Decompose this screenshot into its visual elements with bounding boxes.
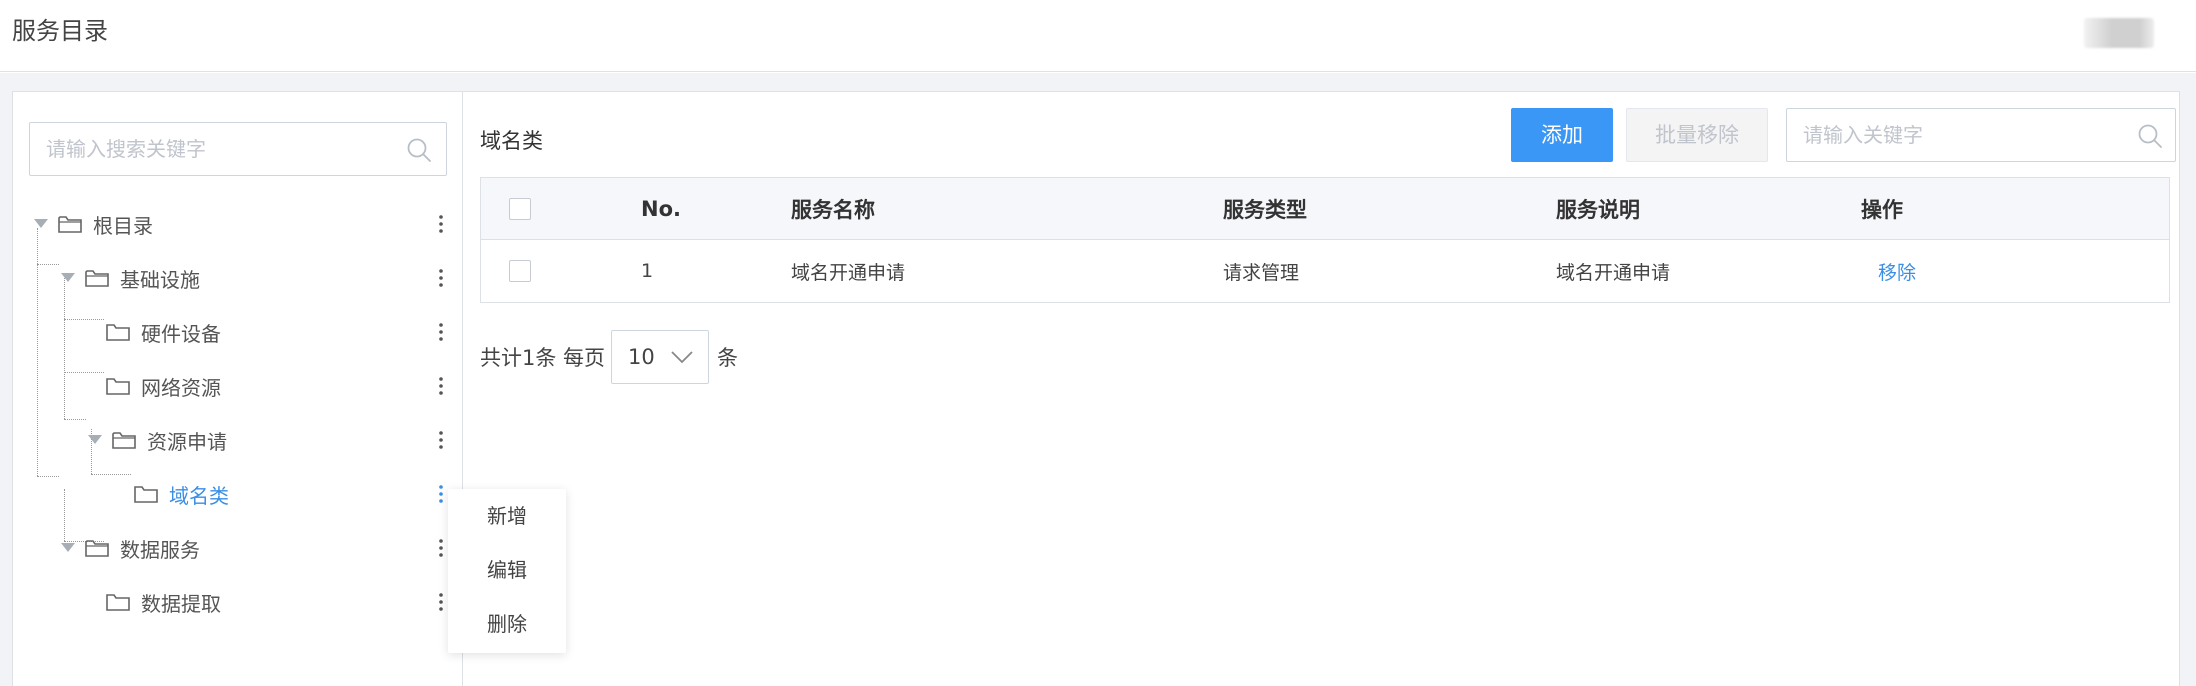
tree-node-label: 硬件设备 — [141, 321, 221, 346]
tree-node-label: 根目录 — [93, 213, 153, 238]
tree-node-hardware[interactable]: 硬件设备 — [105, 312, 221, 352]
content-area: 根目录 基础设施 硬件设备 网 — [0, 73, 2196, 686]
more-icon[interactable] — [431, 366, 451, 406]
menu-item-add[interactable]: 新增 — [448, 489, 566, 543]
tree-connector — [37, 264, 59, 265]
remove-link[interactable]: 移除 — [1878, 240, 1916, 302]
header-no: No. — [641, 196, 681, 221]
top-bar: 服务目录 — [0, 0, 2196, 72]
folder-icon — [105, 321, 131, 343]
tree-node-label: 数据服务 — [120, 537, 200, 562]
folder-icon — [105, 591, 131, 613]
cell-no: 1 — [641, 260, 654, 282]
cell-type: 请求管理 — [1223, 261, 1300, 284]
tree-search-box[interactable] — [29, 122, 447, 176]
user-avatar[interactable] — [2084, 18, 2154, 48]
folder-icon — [84, 537, 110, 559]
table-row: 1 域名开通申请 请求管理 域名开通申请 移除 — [481, 240, 2169, 302]
caret-down-icon[interactable] — [58, 268, 78, 288]
more-icon[interactable] — [431, 420, 451, 460]
tree-node-data-extract[interactable]: 数据提取 — [105, 582, 221, 622]
pagination: 共计1条 每页 10 条 — [480, 330, 738, 384]
category-title: 域名类 — [480, 129, 543, 153]
tree-node-resource-request[interactable]: 资源申请 — [85, 420, 227, 460]
folder-icon — [57, 213, 83, 235]
tree-connector — [64, 419, 86, 420]
cell-desc: 域名开通申请 — [1556, 261, 1671, 284]
row-checkbox-cell — [509, 240, 531, 302]
tree-node-label: 基础设施 — [120, 267, 200, 292]
row-checkbox[interactable] — [509, 260, 531, 282]
tree-node-label: 数据提取 — [141, 591, 221, 616]
menu-item-delete[interactable]: 删除 — [448, 597, 566, 651]
caret-down-icon[interactable] — [31, 214, 51, 234]
service-table: No. 服务名称 服务类型 服务说明 操作 1 域名开通申请 请求管理 域名开通… — [480, 177, 2170, 303]
page-title: 服务目录 — [12, 17, 108, 45]
tree-search-input[interactable] — [46, 123, 402, 175]
menu-item-edit[interactable]: 编辑 — [448, 543, 566, 597]
tree-node-label: 资源申请 — [147, 429, 227, 454]
caret-down-icon[interactable] — [85, 430, 105, 450]
tree-connector — [64, 319, 104, 320]
batch-remove-button[interactable]: 批量移除 — [1626, 108, 1768, 162]
tree-connector — [37, 228, 38, 476]
tree-node-root[interactable]: 根目录 — [31, 204, 153, 244]
header-type: 服务类型 — [1223, 197, 1307, 222]
folder-icon — [84, 267, 110, 289]
more-icon[interactable] — [431, 258, 451, 298]
select-all-checkbox-cell — [509, 178, 531, 239]
catalog-panel: 根目录 基础设施 硬件设备 网 — [12, 91, 2180, 686]
table-header: No. 服务名称 服务类型 服务说明 操作 — [481, 178, 2169, 240]
search-icon[interactable] — [2137, 123, 2163, 149]
folder-icon — [111, 429, 137, 451]
chevron-down-icon — [671, 351, 693, 364]
header-name: 服务名称 — [791, 197, 875, 222]
keyword-search-box[interactable] — [1786, 108, 2176, 162]
folder-icon — [133, 483, 159, 505]
total-count-text: 共计1条 每页 — [480, 346, 606, 370]
tree-node-domain[interactable]: 域名类 — [133, 474, 229, 514]
page-size-select[interactable]: 10 — [611, 330, 710, 384]
main-area: 域名类 添加 批量移除 No. 服务名称 服务类型 服务说明 操作 — [464, 92, 2179, 686]
sidebar: 根目录 基础设施 硬件设备 网 — [13, 92, 463, 686]
tree-connector — [91, 474, 131, 475]
tree-node-data-service[interactable]: 数据服务 — [58, 528, 200, 568]
page-size-value: 10 — [628, 345, 655, 369]
tree-node-network[interactable]: 网络资源 — [105, 366, 221, 406]
tree-node-label: 网络资源 — [141, 375, 221, 400]
tree-connector — [37, 476, 59, 477]
header-desc: 服务说明 — [1556, 197, 1640, 222]
page-size-suffix: 条 — [717, 346, 739, 370]
select-all-checkbox[interactable] — [509, 197, 531, 220]
folder-icon — [105, 375, 131, 397]
caret-down-icon[interactable] — [58, 538, 78, 558]
tree-connector — [64, 372, 104, 373]
tree-node-infra[interactable]: 基础设施 — [58, 258, 200, 298]
search-icon[interactable] — [406, 137, 432, 163]
add-button[interactable]: 添加 — [1511, 108, 1613, 162]
more-icon[interactable] — [431, 312, 451, 352]
more-icon[interactable] — [431, 204, 451, 244]
tree-node-label: 域名类 — [169, 483, 229, 508]
keyword-search-input[interactable] — [1803, 109, 2131, 161]
cell-name: 域名开通申请 — [791, 261, 906, 284]
context-menu: 新增 编辑 删除 — [448, 489, 566, 653]
header-op: 操作 — [1861, 197, 1903, 222]
